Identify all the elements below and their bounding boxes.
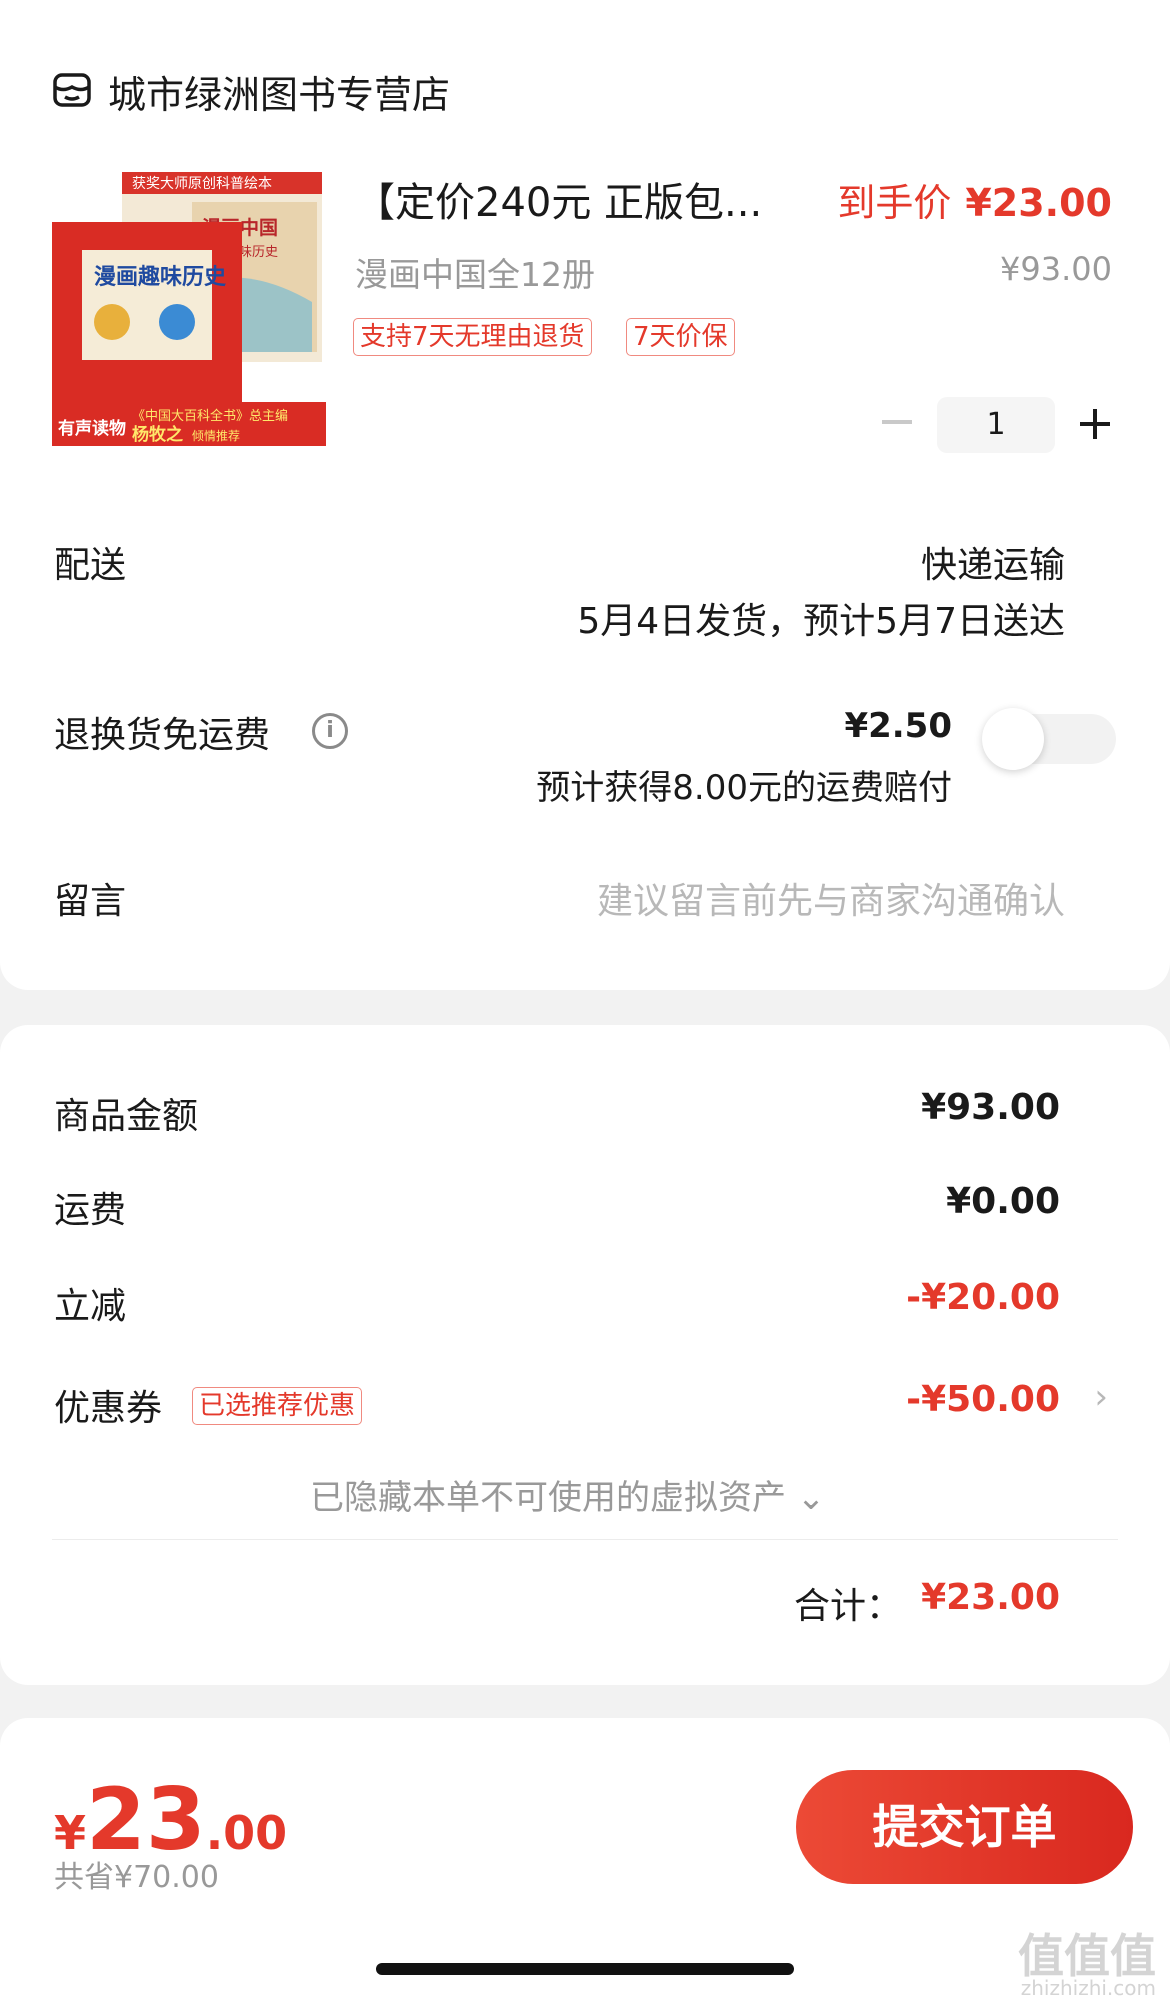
shipping-method[interactable]: 快递运输 xyxy=(921,536,1065,588)
info-icon[interactable]: i xyxy=(312,713,348,749)
cover-book2-title: 漫画趣味历史 xyxy=(94,264,227,290)
watermark-url: zhizhizhi.com xyxy=(1020,1976,1156,2000)
insurance-label: 退换货免运费 xyxy=(54,715,271,756)
cover-footer-line: 《中国大百科全书》总主编 xyxy=(132,408,288,424)
shipping-schedule: 5月4日发货，预计5月7日送达 xyxy=(577,601,1065,642)
insurance-note: 预计获得8.00元的运费赔付 xyxy=(536,768,952,808)
goods-amount-value: ¥93.00 xyxy=(921,1087,1060,1128)
quantity-input[interactable]: 1 xyxy=(937,397,1055,453)
saved-amount: 共省¥70.00 xyxy=(54,1860,219,1895)
order-card: 城市绿洲图书专营店 获奖大师原创科普绘本 漫画中国 漫画趣味历史 漫画趣味历史 … xyxy=(0,0,1170,990)
freight-value: ¥0.00 xyxy=(946,1181,1060,1222)
cover-top-banner: 获奖大师原创科普绘本 xyxy=(132,175,272,192)
return-policy-tag: 支持7天无理由退货 xyxy=(353,318,592,356)
coupon-label: 优惠券 xyxy=(54,1388,163,1429)
cover-author-note: 倾情推荐 xyxy=(192,429,240,443)
insurance-price: ¥2.50 xyxy=(844,706,952,746)
chevron-right-icon[interactable]: › xyxy=(1094,1377,1108,1417)
store-name[interactable]: 城市绿洲图书专营店 xyxy=(108,64,450,119)
message-input[interactable]: 建议留言前先与商家沟通确认 xyxy=(597,872,1065,924)
product-price: 到手价 ¥23.00 xyxy=(837,172,1112,227)
shipping-label: 配送 xyxy=(54,545,127,586)
goods-amount-label: 商品金额 xyxy=(54,1096,199,1137)
coupon-tag: 已选推荐优惠 xyxy=(192,1387,363,1425)
total-value: ¥23.00 xyxy=(921,1577,1060,1618)
total-label: 合计： xyxy=(793,1586,902,1627)
freight-label: 运费 xyxy=(54,1190,127,1231)
price-protection-tag: 7天价保 xyxy=(626,318,735,356)
hidden-assets-toggle[interactable]: 已隐藏本单不可使用的虚拟资产 ⌄ xyxy=(310,1470,825,1519)
price-label: 到手价 xyxy=(837,181,952,225)
price-summary-card: 商品金额 ¥93.00 运费 ¥0.00 立减 -¥20.00 优惠券 已选推荐… xyxy=(0,1025,1170,1685)
original-price: ¥93.00 xyxy=(1000,250,1112,288)
product-variant[interactable]: 漫画中国全12册 xyxy=(355,248,595,296)
quantity-plus-button[interactable] xyxy=(1080,409,1110,439)
product-title[interactable]: 【定价240元 正版包... xyxy=(355,170,762,228)
toggle-knob xyxy=(982,708,1044,770)
product-cover-image[interactable]: 获奖大师原创科普绘本 漫画中国 漫画趣味历史 漫画趣味历史 有声读物 《中国大百… xyxy=(52,172,326,446)
store-icon xyxy=(53,73,91,107)
message-label: 留言 xyxy=(54,881,127,922)
discount-value: -¥20.00 xyxy=(906,1277,1060,1318)
discount-label: 立减 xyxy=(54,1286,127,1327)
cover-badge: 有声读物 xyxy=(58,418,126,439)
submit-order-button[interactable]: 提交订单 xyxy=(796,1770,1133,1884)
home-indicator[interactable] xyxy=(376,1963,794,1975)
quantity-minus-button[interactable] xyxy=(882,420,912,424)
coupon-value[interactable]: -¥50.00 xyxy=(906,1379,1060,1420)
insurance-toggle[interactable] xyxy=(982,708,1116,770)
price-value: ¥23.00 xyxy=(965,181,1112,225)
divider xyxy=(52,1539,1118,1540)
cover-author: 杨牧之 xyxy=(132,424,183,445)
